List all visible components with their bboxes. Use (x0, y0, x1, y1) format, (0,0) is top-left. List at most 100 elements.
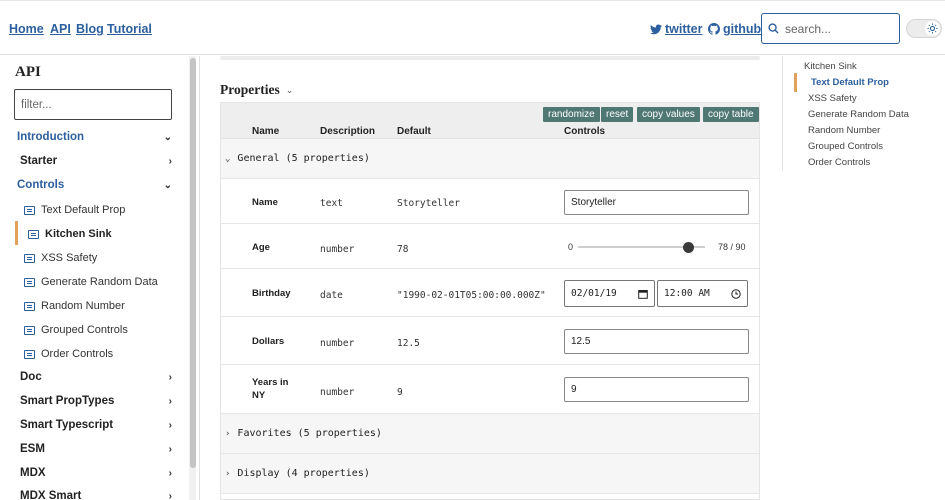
toc-item-order-controls[interactable]: Order Controls (808, 157, 870, 168)
main-content: Properties ⌄ randomize reset copy values… (200, 56, 782, 500)
row-name-label: Name (252, 197, 278, 208)
table-row: Age number 78 0 78 / 90 (221, 224, 759, 269)
sidebar-filter-input[interactable] (14, 89, 172, 120)
twitter-link[interactable]: twitter (650, 22, 703, 36)
sidebar-item-introduction[interactable]: Introduction ⌄ (17, 131, 172, 143)
document-icon (24, 349, 35, 359)
row-years-label: Years in NY (252, 376, 288, 402)
column-header-name: Name (252, 126, 280, 137)
row-default: 9 (397, 387, 403, 398)
sidebar-item-smart-proptypes[interactable]: Smart PropTypes › (20, 395, 172, 407)
sidebar-subitem-xss-safety[interactable]: XSS Safety (24, 252, 97, 264)
toc-active-indicator (794, 73, 797, 92)
sun-icon (927, 23, 938, 34)
time-value: 12:00 AM (664, 288, 710, 299)
sidebar-item-mdx-smart[interactable]: MDX Smart › (20, 490, 172, 500)
column-header-controls: Controls (564, 126, 606, 137)
birthday-time-input[interactable]: 12:00 AM (657, 280, 748, 307)
theme-toggle-knob (925, 21, 940, 36)
content-divider (220, 56, 760, 60)
toc-item-xss-safety[interactable]: XSS Safety (808, 93, 857, 104)
reset-button[interactable]: reset (601, 107, 634, 122)
sidebar-item-controls[interactable]: Controls ⌄ (17, 179, 172, 191)
sidebar-subitem-random-number[interactable]: Random Number (24, 300, 125, 312)
toc-item-random-number[interactable]: Random Number (808, 125, 880, 136)
row-type: number (320, 244, 355, 255)
search-box[interactable] (761, 13, 900, 44)
sidebar-item-label: Introduction (17, 131, 85, 143)
nav-blog-link[interactable]: Blog (76, 22, 104, 36)
sidebar-item-label: Smart Typescript (20, 419, 114, 431)
chevron-right-icon: › (225, 428, 231, 439)
randomize-button[interactable]: randomize (543, 107, 600, 122)
sidebar-subitem-grouped-controls[interactable]: Grouped Controls (24, 324, 128, 336)
sidebar-subitem-label: Generate Random Data (41, 276, 158, 288)
sidebar-item-smart-typescript[interactable]: Smart Typescript › (20, 419, 172, 431)
document-icon (24, 205, 35, 215)
table-row: Birthday date "1990-02-01T05:00:00.000Z"… (221, 269, 759, 317)
copy-table-button[interactable]: copy table (703, 107, 759, 122)
row-type: number (320, 338, 355, 349)
chevron-right-icon: › (168, 443, 172, 455)
search-icon (768, 23, 779, 34)
sidebar-item-label: Starter (20, 155, 58, 167)
chevron-down-icon: ⌄ (285, 84, 294, 95)
dollars-number-input[interactable]: 12.5 (564, 329, 749, 354)
sidebar-item-doc[interactable]: Doc › (20, 371, 172, 383)
chevron-down-icon: ⌄ (225, 153, 231, 164)
toc-item-text-default-prop[interactable]: Text Default Prop (811, 77, 889, 88)
nav-tutorial-link[interactable]: Tutorial (107, 22, 152, 36)
sidebar-subitem-label: XSS Safety (41, 252, 98, 264)
chevron-down-icon: ⌄ (163, 179, 172, 191)
properties-heading[interactable]: Properties ⌄ (220, 82, 293, 98)
chevron-right-icon: › (168, 419, 172, 431)
clock-icon (731, 288, 741, 299)
copy-values-button[interactable]: copy values (637, 107, 700, 122)
name-text-input[interactable]: Storyteller (564, 190, 749, 215)
nav-api-link[interactable]: API (50, 22, 71, 36)
row-years-label-line1: Years in (252, 377, 289, 388)
sidebar-subitem-kitchen-sink[interactable]: Kitchen Sink (28, 228, 112, 240)
chevron-right-icon: › (168, 155, 172, 167)
slider-thumb[interactable] (682, 242, 694, 253)
toc-item-grouped-controls[interactable]: Grouped Controls (808, 141, 883, 152)
years-number-input[interactable]: 9 (564, 377, 749, 402)
sidebar-item-mdx[interactable]: MDX › (20, 467, 172, 479)
sidebar-subitem-order-controls[interactable]: Order Controls (24, 348, 113, 360)
sidebar-item-starter[interactable]: Starter › (20, 155, 172, 167)
table-of-contents: Kitchen Sink Text Default Prop XSS Safet… (782, 56, 945, 171)
group-favorites[interactable]: › Favorites (5 properties) (221, 414, 759, 454)
row-type: date (320, 290, 343, 301)
birthday-date-input[interactable]: 02/01/19 (564, 280, 655, 307)
twitter-bird-icon (650, 24, 662, 34)
sidebar-subitem-label: Order Controls (41, 348, 114, 360)
sidebar-subitem-text-default-prop[interactable]: Text Default Prop (24, 204, 125, 216)
toc-item-kitchen-sink[interactable]: Kitchen Sink (804, 61, 857, 72)
sidebar-scrollbar[interactable] (189, 56, 196, 500)
group-label: General (5 properties) (237, 153, 370, 164)
date-value: 02/01/19 (571, 288, 617, 299)
sidebar-subitem-generate-random-data[interactable]: Generate Random Data (24, 276, 158, 288)
row-default: 78 (397, 244, 409, 255)
top-navigation-bar: Home API Blog Tutorial twitter github (0, 0, 945, 55)
sidebar-item-label: MDX Smart (20, 490, 82, 500)
github-link[interactable]: github (708, 22, 761, 36)
column-header-default: Default (397, 126, 431, 137)
calendar-icon (638, 289, 648, 299)
sidebar: API Introduction ⌄ Starter › Controls ⌄ … (0, 56, 200, 500)
group-label: Favorites (5 properties) (237, 428, 382, 439)
age-range-slider[interactable]: 0 78 / 90 (568, 240, 753, 254)
chevron-right-icon: › (168, 490, 172, 500)
theme-toggle[interactable] (906, 19, 942, 38)
group-display[interactable]: › Display (4 properties) (221, 454, 759, 494)
sidebar-item-esm[interactable]: ESM › (20, 443, 172, 455)
group-general[interactable]: ⌄ General (5 properties) (221, 139, 759, 179)
nav-home-link[interactable]: Home (9, 22, 44, 36)
row-default: 12.5 (397, 338, 420, 349)
toc-item-generate-random-data[interactable]: Generate Random Data (808, 109, 909, 120)
table-row: Name text Storyteller Storyteller (221, 179, 759, 224)
search-input[interactable] (785, 21, 885, 36)
sidebar-item-label: ESM (20, 443, 45, 455)
sidebar-scrollbar-thumb[interactable] (190, 58, 196, 468)
sidebar-item-label: Doc (20, 371, 42, 383)
